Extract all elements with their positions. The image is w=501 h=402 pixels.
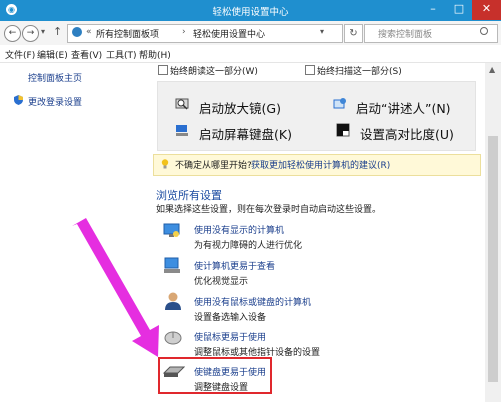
search-placeholder: 搜索控制面板 (378, 30, 433, 40)
highlight-box (158, 357, 272, 394)
get-recommendations-link[interactable]: 获取更加轻松使用计算机的建议(R) (251, 158, 390, 171)
search-icon[interactable] (480, 27, 488, 35)
setting-desc-no-mouse-keyboard: 设置备选输入设备 (194, 313, 267, 323)
mouse-icon (164, 331, 182, 345)
minimize-button[interactable]: – (420, 0, 446, 20)
menu-help[interactable]: 帮助(H) (139, 48, 171, 61)
start-onscreen-keyboard-button[interactable]: 启动屏幕键盘(K) (199, 124, 292, 143)
menu-tools[interactable]: 工具(T) (106, 48, 137, 61)
menu-edit[interactable]: 编辑(E) (37, 48, 68, 61)
close-button[interactable]: ✕ (472, 0, 501, 20)
setting-link-easier-see[interactable]: 使计算机更易于查看 (194, 259, 275, 272)
narrator-icon (333, 98, 346, 109)
breadcrumb-all-items[interactable]: 所有控制面板项 (96, 27, 159, 40)
high-contrast-icon (336, 123, 350, 137)
refresh-button[interactable]: ↻ (344, 24, 363, 43)
start-narrator-button[interactable]: 启动“讲述人”(N) (356, 98, 451, 117)
always-scan-label[interactable]: 始终扫描这一部分(S) (317, 64, 402, 77)
control-panel-small-icon (72, 27, 82, 37)
control-panel-home-link[interactable]: 控制面板主页 (28, 71, 82, 84)
address-dropdown-icon[interactable]: ▾ (320, 27, 324, 36)
scroll-thumb[interactable] (488, 136, 498, 382)
always-read-checkbox[interactable] (158, 65, 168, 75)
magnifier-icon (175, 98, 189, 110)
set-high-contrast-button[interactable]: 设置高对比度(U) (360, 124, 454, 143)
always-scan-checkbox[interactable] (305, 65, 315, 75)
keyboard-icon (176, 125, 188, 136)
scroll-up-icon[interactable]: ▲ (489, 65, 495, 74)
lightbulb-icon (161, 159, 169, 169)
start-magnifier-button[interactable]: 启动放大镜(G) (199, 98, 281, 117)
always-read-label[interactable]: 始终朗读这一部分(W) (170, 64, 258, 77)
maximize-button[interactable]: □ (446, 0, 472, 20)
breadcrumb-ease-of-access[interactable]: 轻松使用设置中心 (193, 27, 265, 40)
tip-text: 不确定从哪里开始? (175, 161, 252, 171)
setting-link-no-mouse-keyboard[interactable]: 使用没有鼠标或键盘的计算机 (194, 295, 311, 308)
setting-desc-easier-see: 优化视觉显示 (194, 277, 249, 287)
up-arrow-icon[interactable]: ↑ (53, 25, 62, 38)
setting-link-easier-mouse[interactable]: 使鼠标更易于使用 (194, 330, 266, 343)
back-button[interactable]: ← (4, 25, 21, 42)
change-signin-settings-link[interactable]: 更改登录设置 (28, 95, 82, 108)
section-description: 如果选择这些设置，则在每次登录时自动启动这些设置。 (156, 205, 382, 215)
shield-icon (14, 95, 23, 105)
setting-desc-no-display: 为有视力障碍的人进行优化 (194, 241, 303, 251)
user-icon (165, 292, 181, 310)
section-title: 浏览所有设置 (156, 189, 222, 202)
monitor-icon (163, 223, 180, 237)
display-icon (164, 257, 180, 273)
menu-file[interactable]: 文件(F) (5, 48, 35, 61)
forward-button[interactable]: → (22, 25, 39, 42)
breadcrumb-overflow-icon[interactable]: « (86, 27, 92, 37)
breadcrumb-separator-icon[interactable]: › (182, 27, 186, 37)
setting-link-no-display[interactable]: 使用没有显示的计算机 (194, 223, 284, 236)
menu-view[interactable]: 查看(V) (71, 48, 102, 61)
recent-pages-dropdown-icon[interactable]: ▾ (41, 27, 45, 36)
